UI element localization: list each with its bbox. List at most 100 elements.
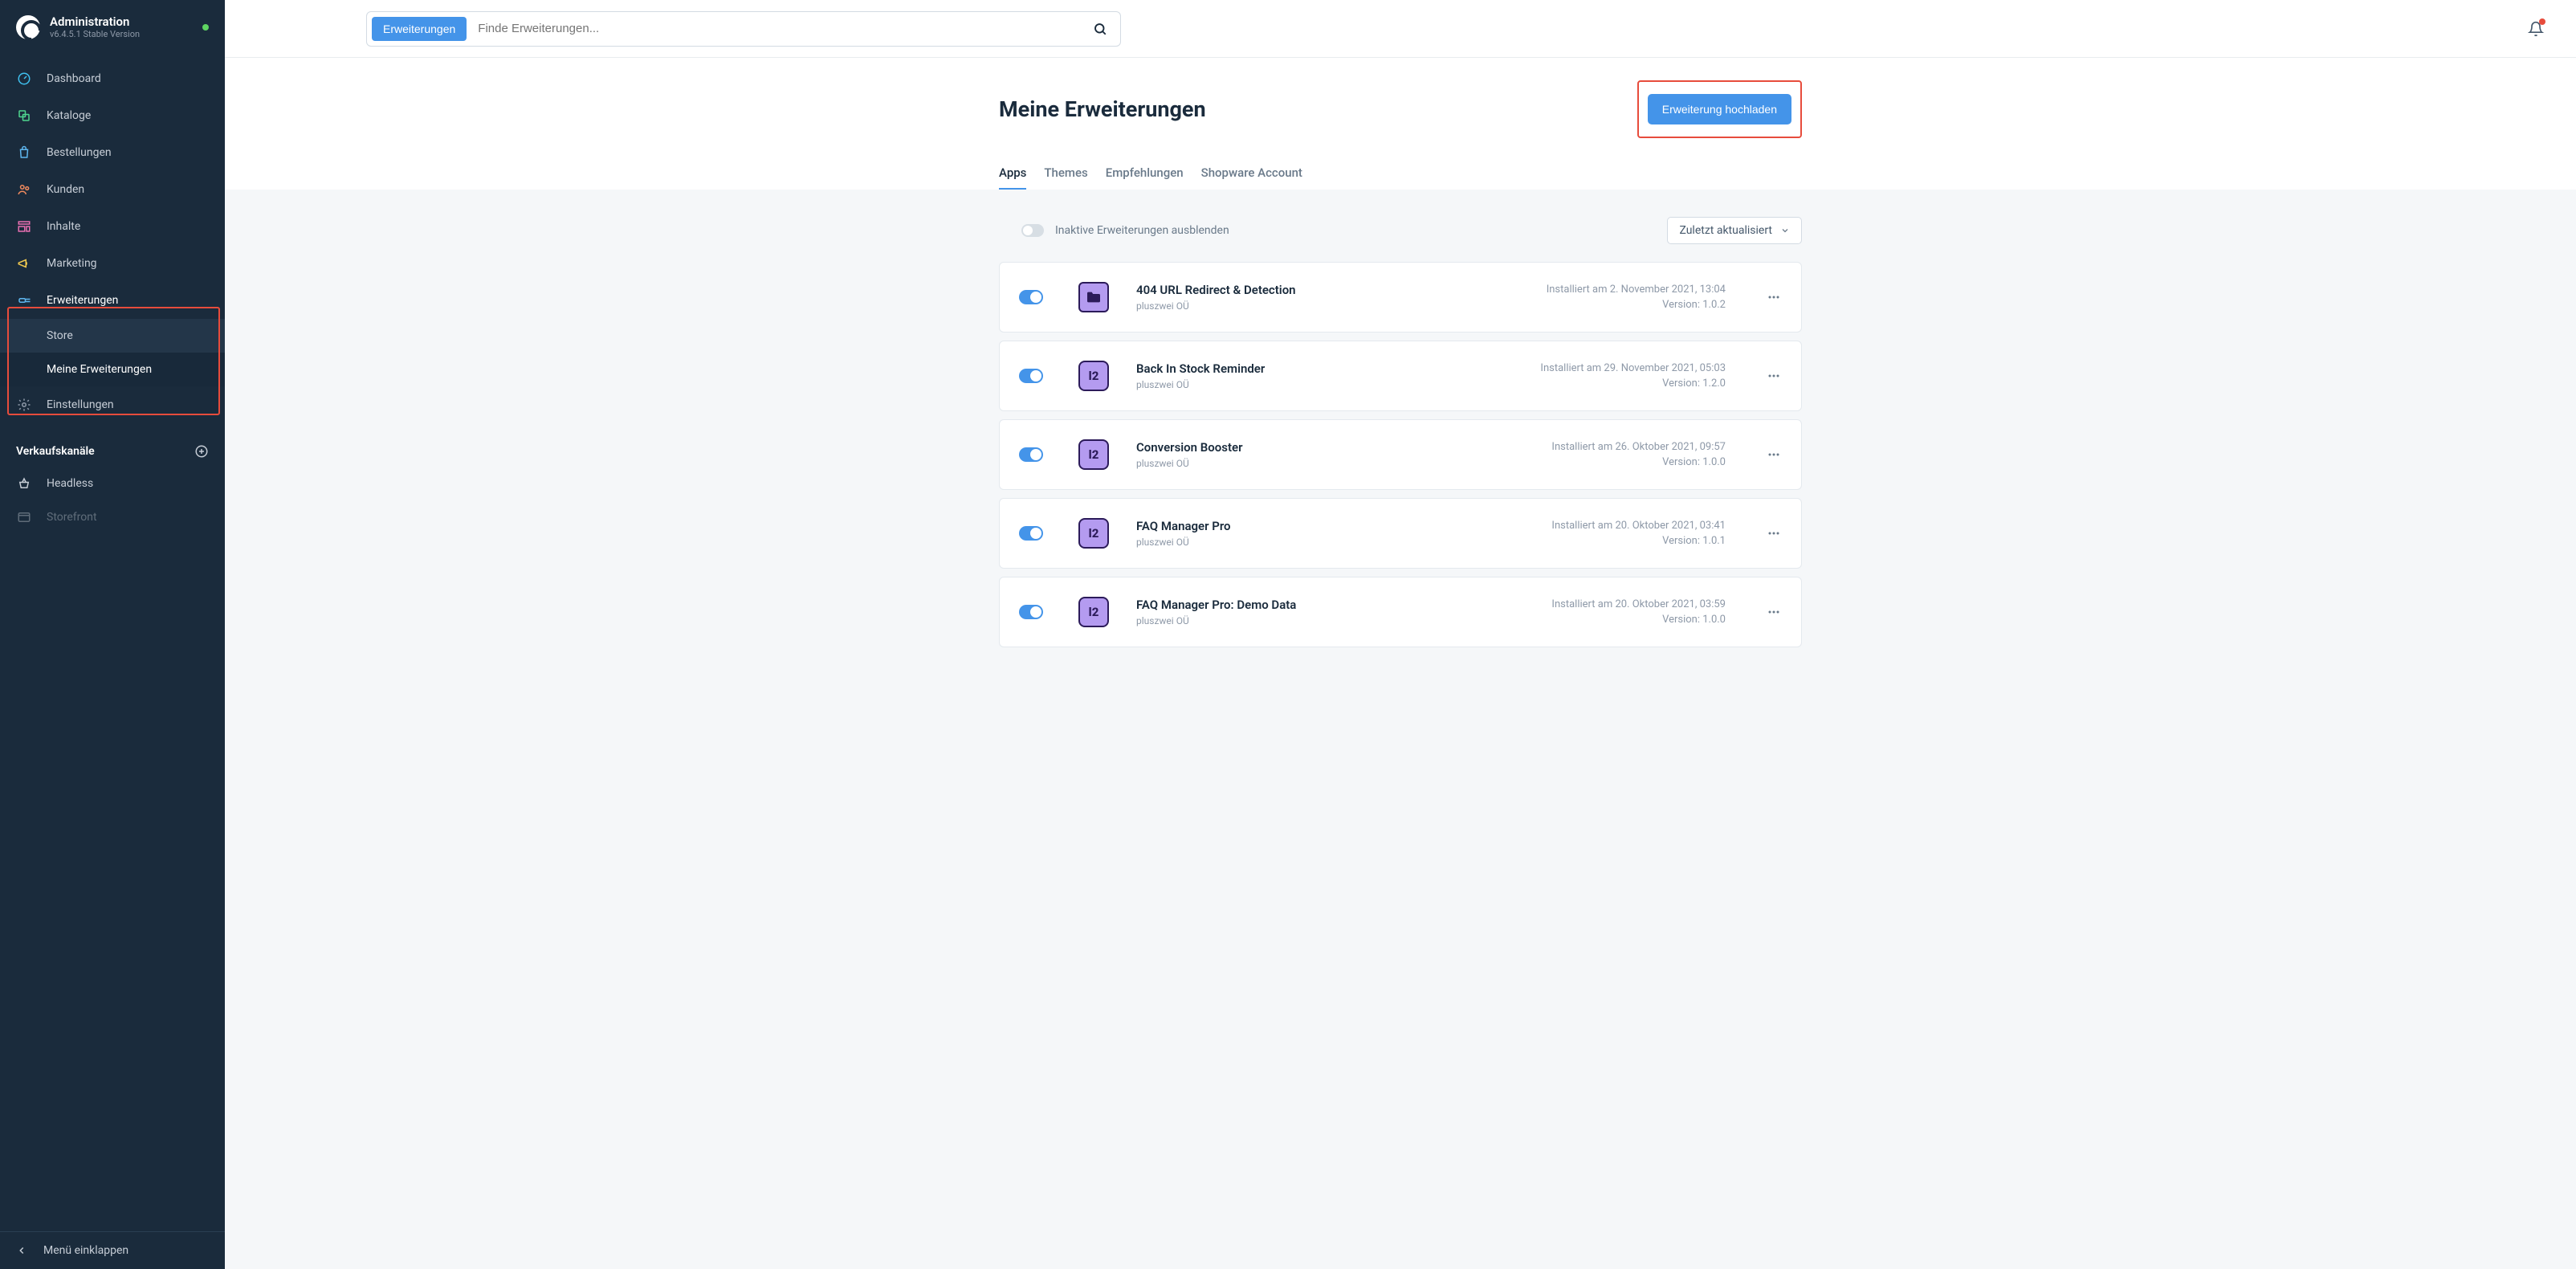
- extension-vendor: pluszwei OÜ: [1136, 458, 1551, 469]
- extension-card: l2 FAQ Manager Pro: Demo Data pluszwei O…: [999, 577, 1802, 647]
- status-dot-icon: [202, 24, 209, 31]
- tab-apps[interactable]: Apps: [999, 165, 1026, 190]
- page-title: Meine Erweiterungen: [999, 96, 1206, 122]
- extension-version: Version: 1.0.0: [1551, 612, 1726, 628]
- sort-select[interactable]: Zuletzt aktualisiert: [1667, 217, 1802, 244]
- sort-label: Zuletzt aktualisiert: [1679, 224, 1772, 237]
- channel-item-storefront[interactable]: Storefront: [0, 500, 225, 534]
- extension-toggle[interactable]: [1019, 605, 1043, 619]
- upload-extension-button[interactable]: Erweiterung hochladen: [1648, 94, 1791, 124]
- collapse-menu-button[interactable]: Menü einklappen: [0, 1231, 225, 1269]
- chevron-left-icon: [16, 1243, 31, 1258]
- extension-installed-date: Installiert am 26. Oktober 2021, 09:57: [1551, 439, 1726, 455]
- extension-more-button[interactable]: [1766, 368, 1782, 384]
- extension-meta: Installiert am 26. Oktober 2021, 09:57 V…: [1551, 439, 1726, 471]
- chevron-down-icon: [1780, 226, 1790, 235]
- sidebar: Administration v6.4.5.1 Stable Version D…: [0, 0, 225, 1269]
- bag-icon: [16, 145, 32, 161]
- nav-item-label: Einstellungen: [47, 398, 114, 411]
- nav-item-dashboard[interactable]: Dashboard: [0, 60, 225, 97]
- nav-item-inhalte[interactable]: Inhalte: [0, 208, 225, 245]
- extension-toggle[interactable]: [1019, 290, 1043, 304]
- extension-version: Version: 1.0.1: [1551, 533, 1726, 549]
- extension-toggle[interactable]: [1019, 447, 1043, 462]
- collapse-label: Menü einklappen: [43, 1244, 128, 1257]
- extension-icon: [1078, 282, 1109, 312]
- extension-more-button[interactable]: [1766, 447, 1782, 463]
- annotation-highlight-upload: Erweiterung hochladen: [1637, 80, 1802, 138]
- tab-empfehlungen[interactable]: Empfehlungen: [1106, 165, 1184, 190]
- tab-shopware-account[interactable]: Shopware Account: [1201, 165, 1302, 190]
- channels-label: Verkaufskanäle: [16, 445, 95, 458]
- notifications-button[interactable]: [2528, 21, 2544, 37]
- channels-list: Headless Storefront: [0, 467, 225, 541]
- extension-vendor: pluszwei OÜ: [1136, 615, 1551, 626]
- add-channel-icon[interactable]: [194, 444, 209, 459]
- extension-vendor: pluszwei OÜ: [1136, 537, 1551, 548]
- extension-icon: l2: [1078, 361, 1109, 391]
- nav-subitem-store[interactable]: Store: [0, 319, 225, 353]
- nav-item-erweiterungen[interactable]: Erweiterungen: [0, 282, 225, 319]
- notification-badge-icon: [2539, 18, 2545, 25]
- extension-more-button[interactable]: [1766, 289, 1782, 305]
- extension-meta: Installiert am 20. Oktober 2021, 03:59 V…: [1551, 597, 1726, 628]
- extension-vendor: pluszwei OÜ: [1136, 379, 1540, 390]
- extension-installed-date: Installiert am 29. November 2021, 05:03: [1540, 361, 1726, 377]
- copy-icon: [16, 108, 32, 124]
- brand-subtitle: v6.4.5.1 Stable Version: [50, 29, 140, 39]
- main-nav: DashboardKataloge Bestellungen Kunden Inhal…: [0, 51, 225, 423]
- extension-meta: Installiert am 20. Oktober 2021, 03:41 V…: [1551, 518, 1726, 549]
- extension-toggle[interactable]: [1019, 369, 1043, 383]
- extension-title: Conversion Booster: [1136, 440, 1551, 455]
- extension-installed-date: Installiert am 20. Oktober 2021, 03:59: [1551, 597, 1726, 613]
- extension-card: l2 Conversion Booster pluszwei OÜ Instal…: [999, 419, 1802, 490]
- extension-icon: l2: [1078, 597, 1109, 627]
- megaphone-icon: [16, 255, 32, 271]
- extension-card: l2 FAQ Manager Pro pluszwei OÜ Installie…: [999, 498, 1802, 569]
- hide-inactive-label: Inaktive Erweiterungen ausblenden: [1055, 224, 1229, 237]
- extension-installed-date: Installiert am 2. November 2021, 13:04: [1547, 282, 1726, 298]
- extension-title: FAQ Manager Pro: [1136, 519, 1551, 533]
- nav-item-label: Bestellungen: [47, 146, 112, 159]
- main-content: Erweiterungen Meine Erweiterungen Erweit…: [225, 0, 2576, 1269]
- extension-title: Back In Stock Reminder: [1136, 361, 1540, 376]
- users-icon: [16, 182, 32, 198]
- nav-item-label: Kunden: [47, 183, 84, 196]
- browser-icon: [16, 509, 32, 525]
- tab-themes[interactable]: Themes: [1044, 165, 1087, 190]
- nav-subitems: StoreMeine Erweiterungen: [0, 319, 225, 386]
- extension-card: 404 URL Redirect & Detection pluszwei OÜ…: [999, 262, 1802, 333]
- nav-item-label: Erweiterungen: [47, 294, 118, 307]
- sidebar-header: Administration v6.4.5.1 Stable Version: [0, 0, 225, 51]
- extension-meta: Installiert am 2. November 2021, 13:04 V…: [1547, 282, 1726, 313]
- nav-item-einstellungen[interactable]: Einstellungen: [0, 386, 225, 423]
- extension-list: 404 URL Redirect & Detection pluszwei OÜ…: [999, 262, 1802, 647]
- channel-label: Storefront: [47, 511, 97, 524]
- extension-icon: l2: [1078, 439, 1109, 470]
- layout-icon: [16, 218, 32, 235]
- extension-more-button[interactable]: [1766, 604, 1782, 620]
- hide-inactive-toggle[interactable]: Inaktive Erweiterungen ausblenden: [999, 224, 1229, 237]
- extension-meta: Installiert am 29. November 2021, 05:03 …: [1540, 361, 1726, 392]
- extension-title: 404 URL Redirect & Detection: [1136, 283, 1547, 297]
- channel-item-headless[interactable]: Headless: [0, 467, 225, 500]
- extension-more-button[interactable]: [1766, 525, 1782, 541]
- extension-card: l2 Back In Stock Reminder pluszwei OÜ In…: [999, 341, 1802, 411]
- search-bar: Erweiterungen: [366, 11, 1121, 47]
- gear-icon: [16, 397, 32, 413]
- extension-version: Version: 1.0.2: [1547, 297, 1726, 313]
- nav-item-marketing[interactable]: Marketing: [0, 245, 225, 282]
- toggle-off-icon: [1021, 224, 1044, 237]
- plug-icon: [16, 292, 32, 308]
- search-input[interactable]: [471, 12, 1080, 46]
- nav-item-bestellungen[interactable]: Bestellungen: [0, 134, 225, 171]
- search-icon[interactable]: [1080, 22, 1120, 36]
- search-scope-button[interactable]: Erweiterungen: [372, 17, 467, 41]
- nav-subitem-meine-erweiterungen[interactable]: Meine Erweiterungen: [0, 353, 225, 386]
- nav-item-label: Marketing: [47, 257, 97, 270]
- tabs: Apps Themes Empfehlungen Shopware Account: [999, 165, 1802, 190]
- nav-item-kataloge[interactable]: Kataloge: [0, 97, 225, 134]
- brand-title: Administration: [50, 14, 140, 29]
- nav-item-kunden[interactable]: Kunden: [0, 171, 225, 208]
- extension-toggle[interactable]: [1019, 526, 1043, 541]
